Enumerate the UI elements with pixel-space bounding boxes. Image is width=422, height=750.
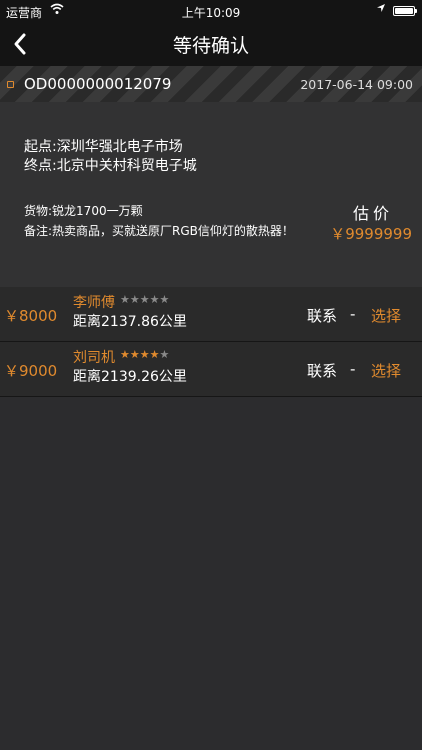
estimate-price: ￥9999999 <box>330 225 412 243</box>
order-marker-icon <box>7 81 14 88</box>
driver-distance: 距离2139.26公里 <box>73 369 187 385</box>
star-icon: ★ <box>139 293 150 306</box>
select-button[interactable]: 选择 <box>371 305 401 326</box>
location-arrow-icon <box>376 3 386 16</box>
order-details: 起点:深圳华强北电子市场 终点:北京中关村科贸电子城 货物:锐龙1700一万颗 … <box>0 102 422 288</box>
battery-icon <box>393 6 417 16</box>
bid-price: ￥8000 <box>4 307 58 325</box>
bid-row: ￥8000 李师傅 ★★★★★ 距离2137.86公里 联系 - 选择 <box>0 287 422 342</box>
star-icon: ★ <box>159 348 170 361</box>
star-icon: ★ <box>139 348 150 361</box>
route-info: 起点:深圳华强北电子市场 终点:北京中关村科贸电子城 <box>24 138 197 176</box>
page-title: 等待确认 <box>172 35 249 57</box>
select-button[interactable]: 选择 <box>371 360 401 381</box>
driver-rating: ★★★★★ <box>120 348 169 361</box>
order-datetime: 2017-06-14 09:00 <box>300 77 413 92</box>
star-icon: ★ <box>159 293 170 306</box>
driver-distance: 距离2137.86公里 <box>73 314 187 330</box>
star-icon: ★ <box>120 293 130 306</box>
driver-rating: ★★★★★ <box>120 293 169 306</box>
navigation-bar: 等待确认 <box>0 22 422 66</box>
star-icon: ★ <box>120 348 130 361</box>
bid-price: ￥9000 <box>4 362 58 380</box>
driver-name: 刘司机 <box>73 350 115 366</box>
clock-time: 上午10:09 <box>181 6 241 20</box>
bid-row: ￥9000 刘司机 ★★★★★ 距离2139.26公里 联系 - 选择 <box>0 342 422 397</box>
start-location: 起点:深圳华强北电子市场 <box>24 139 183 155</box>
action-separator: - <box>350 305 356 323</box>
order-header: OD0000000012079 2017-06-14 09:00 <box>0 66 422 102</box>
contact-button[interactable]: 联系 <box>307 305 337 326</box>
star-icon: ★ <box>129 348 140 361</box>
order-id: OD0000000012079 <box>24 75 172 93</box>
action-separator: - <box>350 360 356 378</box>
star-icon: ★ <box>129 293 140 306</box>
cargo-info: 货物:锐龙1700一万颗 <box>24 204 143 218</box>
star-icon: ★ <box>149 293 160 306</box>
order-note: 备注:热卖商品，买就送原厂RGB信仰灯的散热器！ <box>24 224 294 238</box>
estimate-label: 估价 <box>352 204 393 223</box>
driver-name: 李师傅 <box>73 295 115 311</box>
contact-button[interactable]: 联系 <box>307 360 337 381</box>
status-bar: 运营商 上午10:09 <box>0 0 422 22</box>
star-icon: ★ <box>149 348 160 361</box>
end-location: 终点:北京中关村科贸电子城 <box>24 158 197 174</box>
